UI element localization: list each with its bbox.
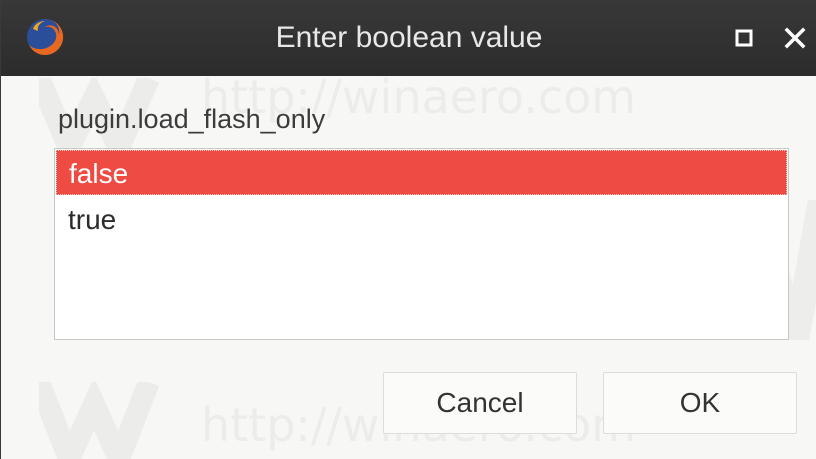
- close-icon[interactable]: [779, 22, 811, 54]
- title-bar[interactable]: Enter boolean value: [1, 0, 816, 76]
- preference-name-label: plugin.load_flash_only: [58, 104, 326, 134]
- value-listbox[interactable]: false true: [54, 148, 789, 340]
- cancel-button[interactable]: Cancel: [383, 372, 577, 434]
- boolean-value-dialog: Enter boolean value http://winaero.com h…: [0, 0, 816, 459]
- ok-button[interactable]: OK: [603, 372, 797, 434]
- list-item-false[interactable]: false: [56, 150, 787, 195]
- dialog-title: Enter boolean value: [275, 21, 543, 54]
- maximize-icon[interactable]: [728, 22, 760, 54]
- list-item-true[interactable]: true: [56, 197, 787, 242]
- winaero-logo-icon: [39, 382, 160, 459]
